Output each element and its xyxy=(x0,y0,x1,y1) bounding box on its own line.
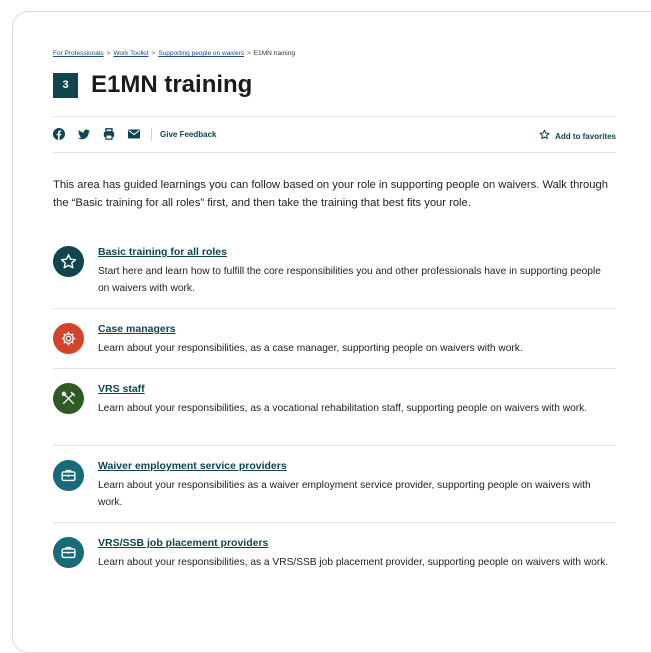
share-toolbar: Give Feedback Add to favorites xyxy=(53,126,616,142)
item-description: Learn about your responsibilities, as a … xyxy=(98,343,523,354)
breadcrumb-link-for-professionals[interactable]: For Professionals xyxy=(53,50,104,57)
star-icon xyxy=(53,246,84,277)
item-description: Learn about your responsibilities, as a … xyxy=(98,403,588,414)
briefcase-icon xyxy=(53,537,84,568)
item-description: Learn about your responsibilities, as a … xyxy=(98,557,609,568)
waiver-employment-link[interactable]: Waiver employment service providers xyxy=(98,460,287,472)
title-row: 3 E1MN training xyxy=(53,71,252,99)
divider xyxy=(53,368,616,369)
job-placement-link[interactable]: VRS/SSB job placement providers xyxy=(98,537,268,549)
tools-icon xyxy=(53,383,84,414)
breadcrumb-separator: > xyxy=(106,50,111,57)
add-to-favorites-button[interactable]: Add to favorites xyxy=(539,127,616,145)
divider xyxy=(53,152,616,153)
vrs-staff-link[interactable]: VRS staff xyxy=(98,383,145,395)
intro-text: This area has guided learnings you can f… xyxy=(53,179,608,209)
case-managers-link[interactable]: Case managers xyxy=(98,323,176,335)
divider xyxy=(53,522,616,523)
breadcrumb-link-work-toolkit[interactable]: Work Toolkit xyxy=(113,50,148,57)
breadcrumb-link-supporting-people[interactable]: Supporting people on waivers xyxy=(158,50,244,57)
breadcrumb-current: E1MN training xyxy=(253,50,295,57)
give-feedback-link[interactable]: Give Feedback xyxy=(160,130,216,139)
item-description: Learn about your responsibilities as a w… xyxy=(98,480,591,508)
divider xyxy=(53,308,616,309)
step-badge: 3 xyxy=(53,72,78,98)
breadcrumb-separator: > xyxy=(246,50,251,57)
twitter-icon[interactable] xyxy=(78,128,90,140)
basic-training-link[interactable]: Basic training for all roles xyxy=(98,246,227,258)
breadcrumb-separator: > xyxy=(151,50,156,57)
toolbar-divider xyxy=(151,127,152,141)
briefcase-icon xyxy=(53,460,84,491)
gear-icon xyxy=(53,323,84,354)
divider xyxy=(53,445,616,446)
email-icon[interactable] xyxy=(128,128,140,140)
star-outline-icon xyxy=(539,127,550,145)
print-icon[interactable] xyxy=(103,128,115,140)
item-description: Start here and learn how to fulfill the … xyxy=(98,266,601,294)
facebook-icon[interactable] xyxy=(53,128,65,140)
page-title: E1MN training xyxy=(91,71,253,98)
divider xyxy=(53,116,616,117)
favorites-label: Add to favorites xyxy=(555,131,616,141)
breadcrumb: For Professionals > Work Toolkit > Supportin… xyxy=(53,50,295,57)
